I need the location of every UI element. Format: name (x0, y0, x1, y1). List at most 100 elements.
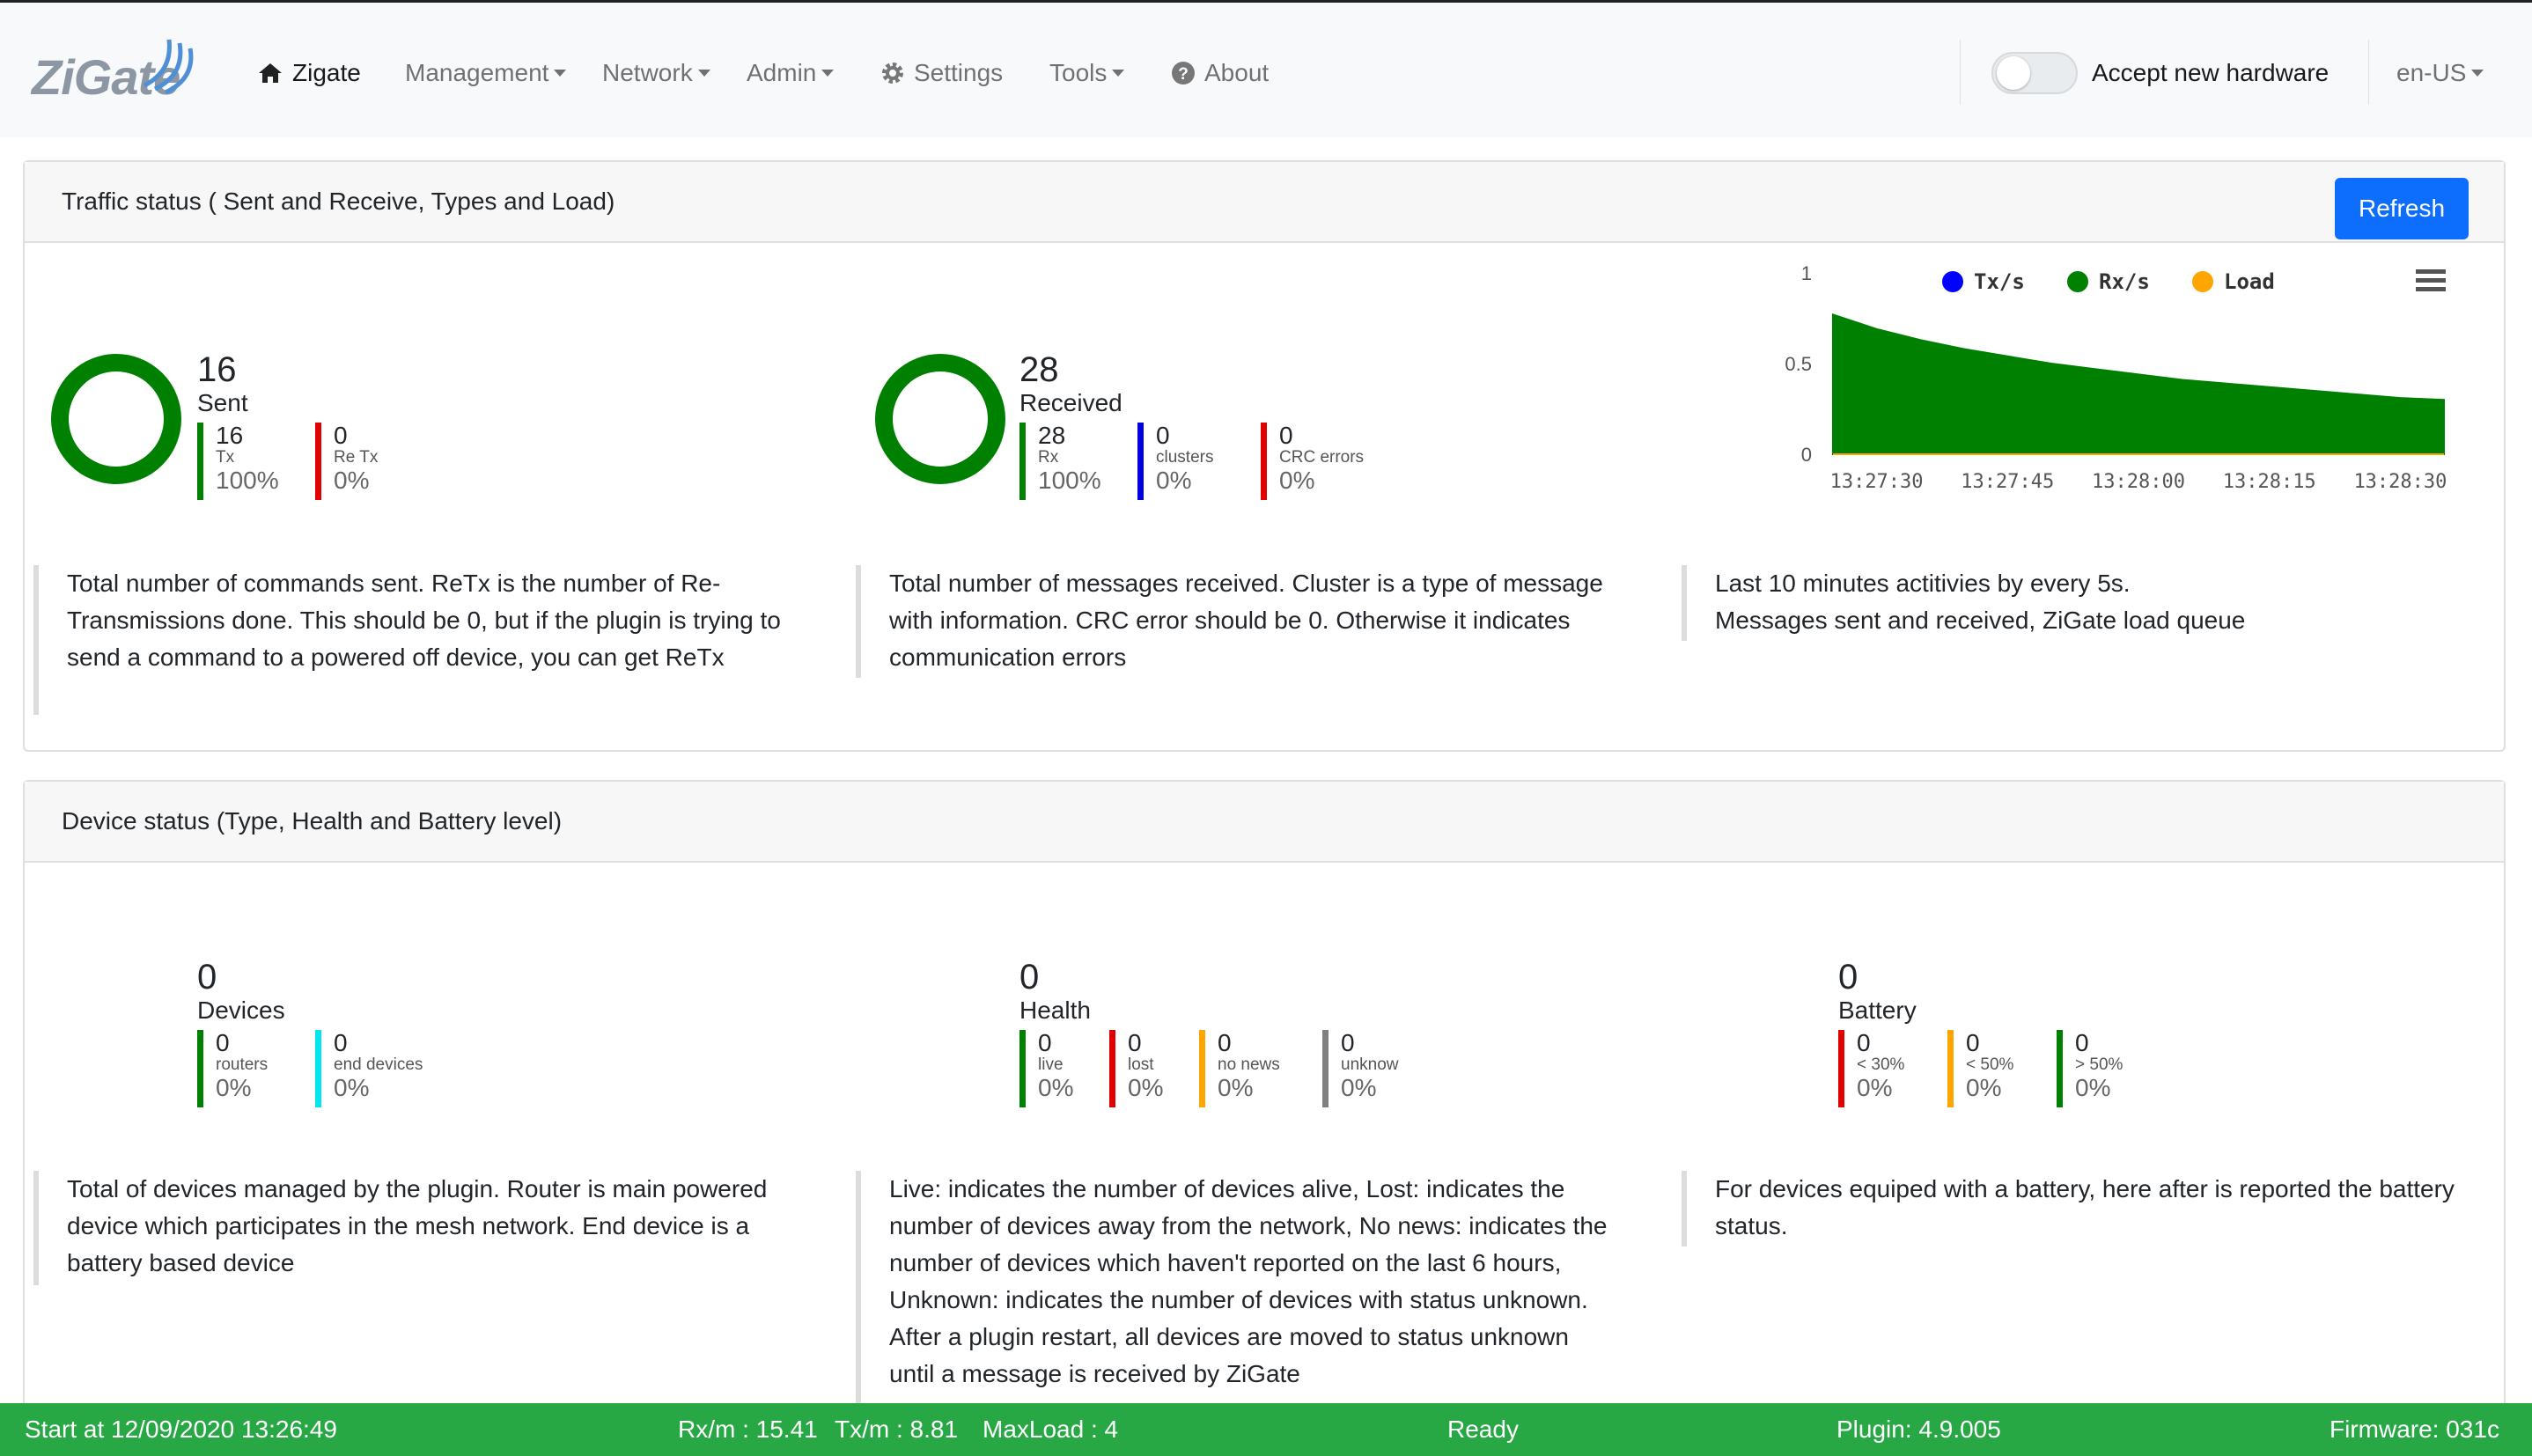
battery-low-pct: 0% (1857, 1074, 1893, 1101)
question-circle-icon: ? (1171, 61, 1196, 85)
nav-management[interactable]: Management (405, 55, 567, 91)
legend-marker (1942, 271, 1963, 292)
nav-settings[interactable]: Settings (880, 55, 1003, 91)
legend-label: Tx/s (1974, 269, 2025, 294)
tx-value: 16 (216, 422, 244, 449)
lost-pct: 0% (1128, 1074, 1164, 1101)
lost-label: lost (1128, 1055, 1154, 1074)
battery-label: Battery (1838, 996, 1917, 1024)
max-load: MaxLoad : 4 (983, 1416, 1119, 1443)
accept-hardware-label: Accept new hardware (2092, 59, 2330, 86)
nav-admin-label: Admin (747, 59, 817, 86)
traffic-card-title: Traffic status ( Sent and Receive, Types… (62, 188, 615, 215)
received-label: Received (1019, 389, 1122, 416)
tx-pct: 100% (216, 467, 279, 494)
battery-column: 0 Battery 0 < 30% 0% 0 < 50% 0% 0 > 50% … (1662, 863, 2506, 1431)
routers-pct: 0% (216, 1074, 252, 1101)
battery-mid-stat: 0 < 50% 0% (1947, 1030, 2013, 1107)
devices-total: 0 (197, 958, 217, 996)
x-tick-label: 13:27:45 (1961, 471, 2054, 493)
language-label: en-US (2396, 59, 2467, 86)
battery-high-label: > 50% (2075, 1055, 2123, 1074)
retx-pct: 0% (334, 467, 370, 494)
clusters-pct: 0% (1156, 467, 1192, 494)
nav-tools[interactable]: Tools (1049, 55, 1125, 91)
devices-label: Devices (197, 996, 285, 1024)
nav-home[interactable]: Zigate (257, 55, 361, 91)
traffic-status-card: Traffic status ( Sent and Receive, Types… (23, 160, 2506, 752)
rx-stat: 28 Rx 100% (1019, 423, 1101, 500)
activity-column: 0 0.5 1 13:27:30 13:27:45 13:28:00 13:28:15 13:… (1662, 243, 2506, 752)
unknown-stat: 0 unknow 0% (1322, 1030, 1399, 1107)
status-bar: Start at 12/09/2020 13:26:49 Rx/m : 15.4… (0, 1403, 2532, 1456)
chevron-down-icon (697, 70, 710, 77)
no-news-label: no news (1218, 1055, 1280, 1074)
crc-value: 0 (1279, 422, 1293, 449)
navbar-divider (1960, 40, 1961, 105)
battery-high-value: 0 (2075, 1029, 2089, 1056)
nav-tools-label: Tools (1049, 59, 1108, 86)
no-news-pct: 0% (1218, 1074, 1254, 1101)
nav-admin[interactable]: Admin (747, 55, 835, 91)
live-stat: 0 live 0% (1019, 1030, 1073, 1107)
nav-settings-label: Settings (914, 59, 1004, 86)
battery-total: 0 (1838, 958, 1859, 996)
rx-per-minute: Rx/m : 15.41 (678, 1416, 818, 1443)
battery-low-stat: 0 < 30% 0% (1838, 1030, 1904, 1107)
chart-menu-icon[interactable] (2416, 269, 2446, 291)
battery-mid-label: < 50% (1966, 1055, 2014, 1074)
chevron-down-icon (821, 70, 835, 77)
y-tick-label: 1 (1801, 262, 1812, 284)
sent-total: 16 (197, 350, 237, 389)
battery-mid-pct: 0% (1966, 1074, 2002, 1101)
y-tick-label: 0 (1801, 444, 1812, 466)
battery-high-pct: 0% (2075, 1074, 2111, 1101)
toggle-knob (1997, 56, 2030, 90)
health-total: 0 (1019, 958, 1040, 996)
health-description: Live: indicates the number of devices al… (856, 1171, 1613, 1431)
navbar-divider (2368, 40, 2369, 105)
crc-pct: 0% (1279, 467, 1315, 494)
zigate-logo[interactable]: ZiGate (32, 36, 199, 107)
battery-low-value: 0 (1857, 1029, 1871, 1056)
battery-mid-value: 0 (1966, 1029, 1980, 1056)
traffic-card-header: Traffic status ( Sent and Receive, Types… (25, 162, 2504, 243)
unknown-value: 0 (1341, 1029, 1355, 1056)
received-column: 28 Received 28 Rx 100% 0 clusters 0% 0 C… (843, 243, 1662, 752)
nav-home-label: Zigate (292, 59, 361, 86)
x-tick-label: 13:28:30 (2353, 471, 2447, 493)
health-label: Health (1019, 996, 1091, 1024)
retx-stat: 0 Re Tx 0% (315, 423, 378, 500)
nav-network[interactable]: Network (602, 55, 710, 91)
live-pct: 0% (1038, 1074, 1074, 1101)
activity-description-line1: Last 10 minutes actitivies by every 5s. (1715, 570, 2131, 597)
device-types-column: 0 Devices 0 routers 0% 0 end devices 0% … (25, 863, 843, 1431)
sent-donut (51, 354, 181, 484)
home-icon (257, 62, 283, 85)
devices-description: Total of devices managed by the plugin. … (33, 1171, 791, 1285)
routers-stat: 0 routers 0% (197, 1030, 268, 1107)
end-devices-stat: 0 end devices 0% (315, 1030, 423, 1107)
battery-high-stat: 0 > 50% 0% (2057, 1030, 2123, 1107)
nav-about[interactable]: ? About (1171, 55, 1269, 91)
nav-network-label: Network (602, 59, 693, 86)
legend-marker (2192, 271, 2213, 292)
plugin-version: Plugin: 4.9.005 (1836, 1416, 2001, 1443)
activity-chart: 0 0.5 1 13:27:30 13:27:45 13:28:00 13:28:15 13:… (1785, 262, 2447, 493)
end-devices-label: end devices (334, 1055, 423, 1074)
refresh-button[interactable]: Refresh (2335, 178, 2469, 239)
crc-label: CRC errors (1279, 448, 1365, 467)
tx-per-minute: Tx/m : 8.81 (835, 1416, 959, 1443)
battery-low-label: < 30% (1857, 1055, 1905, 1074)
accept-hardware-toggle[interactable] (1991, 52, 2078, 94)
received-donut (875, 354, 1005, 484)
legend-marker (2067, 271, 2088, 292)
tx-stat: 16 Tx 100% (197, 423, 279, 500)
activity-description: Last 10 minutes actitivies by every 5s. … (1682, 565, 2474, 641)
end-devices-value: 0 (334, 1029, 348, 1056)
language-dropdown[interactable]: en-US (2396, 55, 2484, 91)
lost-stat: 0 lost 0% (1109, 1030, 1163, 1107)
clusters-value: 0 (1156, 422, 1170, 449)
health-column: 0 Health 0 live 0% 0 lost 0% 0 no news 0… (843, 863, 1662, 1431)
rx-value: 28 (1038, 422, 1066, 449)
